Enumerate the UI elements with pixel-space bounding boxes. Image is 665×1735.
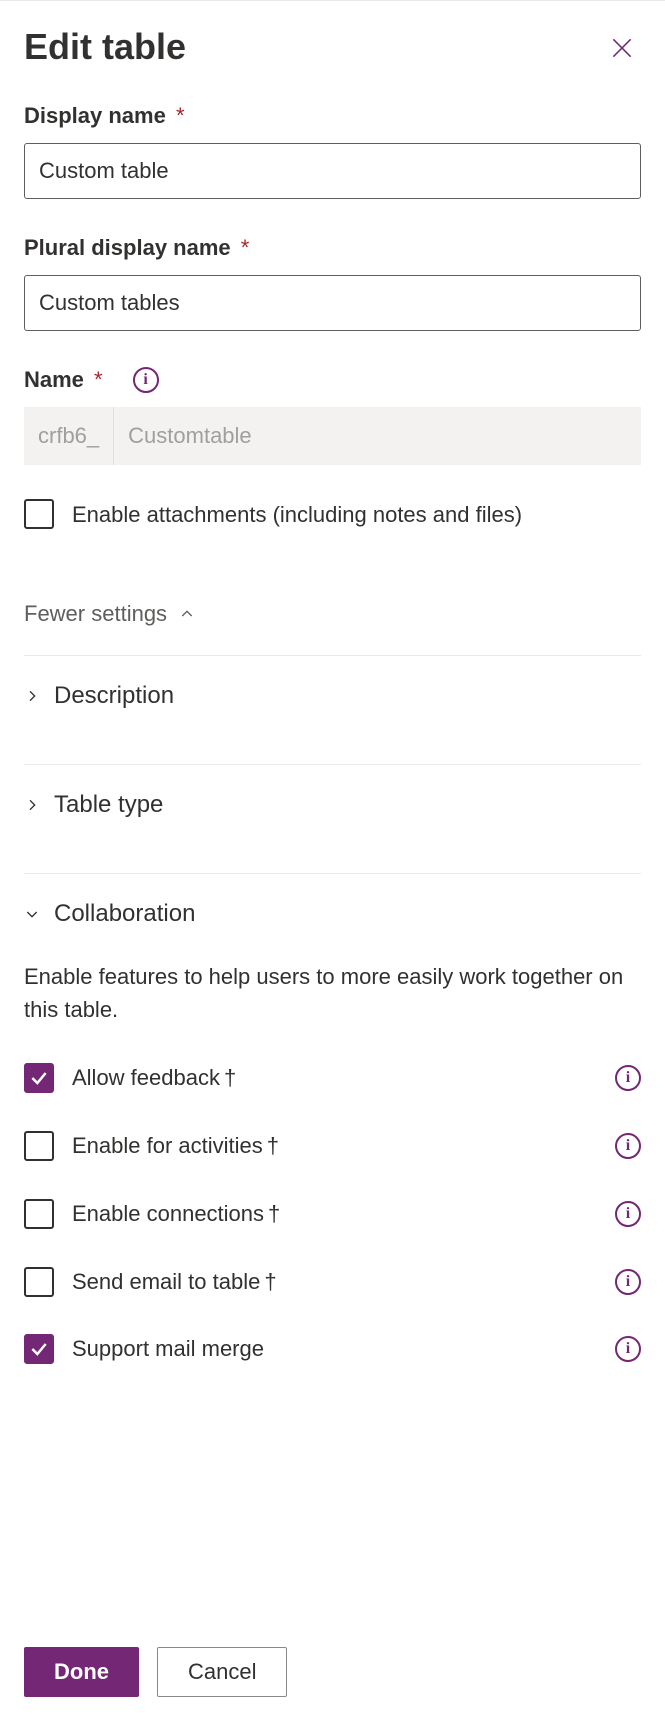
chevron-right-icon	[24, 688, 40, 704]
cancel-button[interactable]: Cancel	[157, 1647, 287, 1697]
info-icon[interactable]: i	[615, 1201, 641, 1227]
plural-display-name-input[interactable]	[24, 275, 641, 331]
name-prefix: crfb6_	[24, 407, 114, 465]
name-group: Name * i crfb6_	[24, 367, 641, 465]
enable-connections-checkbox[interactable]	[24, 1199, 54, 1229]
support-mail-merge-checkbox[interactable]	[24, 1334, 54, 1364]
enable-activities-row: Enable for activities† i	[24, 1112, 641, 1180]
allow-feedback-label: Allow feedback†	[72, 1062, 236, 1094]
enable-attachments-row: Enable attachments (including notes and …	[24, 499, 641, 531]
enable-attachments-label: Enable attachments (including notes and …	[72, 499, 522, 531]
edit-table-panel: Edit table Display name *	[0, 0, 665, 1735]
plural-display-name-label: Plural display name *	[24, 235, 641, 261]
enable-activities-label: Enable for activities†	[72, 1130, 279, 1162]
collaboration-description: Enable features to help users to more ea…	[24, 960, 641, 1026]
plural-display-name-group: Plural display name *	[24, 235, 641, 331]
info-icon[interactable]: i	[615, 1269, 641, 1295]
display-name-label-text: Display name	[24, 103, 166, 128]
panel-header: Edit table	[24, 1, 641, 67]
table-type-accordion[interactable]: Table type	[24, 765, 641, 845]
enable-connections-label: Enable connections†	[72, 1198, 280, 1230]
required-indicator: *	[176, 103, 185, 128]
fewer-settings-toggle[interactable]: Fewer settings	[24, 601, 641, 627]
send-email-row: Send email to table† i	[24, 1248, 641, 1316]
info-icon[interactable]: i	[615, 1133, 641, 1159]
chevron-right-icon	[24, 797, 40, 813]
send-email-label: Send email to table†	[72, 1266, 277, 1298]
send-email-checkbox[interactable]	[24, 1267, 54, 1297]
support-mail-merge-label: Support mail merge	[72, 1333, 264, 1365]
panel-title: Edit table	[24, 27, 186, 67]
fewer-settings-label: Fewer settings	[24, 601, 167, 627]
name-input-row: crfb6_	[24, 407, 641, 465]
chevron-down-icon	[24, 906, 40, 922]
table-type-accordion-label: Table type	[54, 791, 163, 819]
collaboration-accordion-label: Collaboration	[54, 900, 195, 928]
plural-display-name-label-text: Plural display name	[24, 235, 231, 260]
chevron-up-icon	[179, 606, 195, 622]
required-indicator: *	[241, 235, 250, 260]
support-mail-merge-row: Support mail merge i	[24, 1315, 641, 1383]
allow-feedback-row: Allow feedback† i	[24, 1044, 641, 1112]
panel-footer: Done Cancel	[0, 1619, 665, 1735]
close-icon	[609, 35, 635, 61]
done-button[interactable]: Done	[24, 1647, 139, 1697]
description-accordion[interactable]: Description	[24, 656, 641, 736]
scroll-area[interactable]: Edit table Display name *	[0, 1, 665, 1619]
display-name-group: Display name *	[24, 103, 641, 199]
name-label-text: Name	[24, 367, 84, 392]
name-input	[114, 407, 641, 465]
enable-activities-checkbox[interactable]	[24, 1131, 54, 1161]
required-indicator: *	[94, 367, 103, 392]
allow-feedback-checkbox[interactable]	[24, 1063, 54, 1093]
display-name-input[interactable]	[24, 143, 641, 199]
collaboration-accordion[interactable]: Collaboration	[24, 874, 641, 954]
close-button[interactable]	[603, 29, 641, 67]
info-icon[interactable]: i	[615, 1336, 641, 1362]
display-name-label: Display name *	[24, 103, 641, 129]
info-icon[interactable]: i	[615, 1065, 641, 1091]
enable-attachments-checkbox[interactable]	[24, 499, 54, 529]
enable-connections-row: Enable connections† i	[24, 1180, 641, 1248]
description-accordion-label: Description	[54, 682, 174, 710]
info-icon[interactable]: i	[133, 367, 159, 393]
name-label: Name *	[24, 367, 103, 393]
